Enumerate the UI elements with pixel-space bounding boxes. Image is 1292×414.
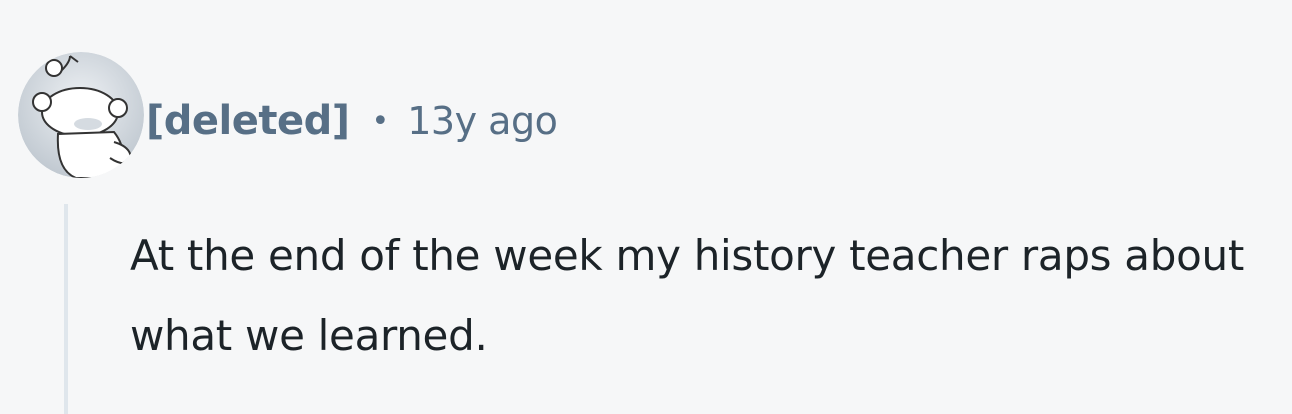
author-name[interactable]: [deleted] [146, 98, 350, 144]
thread-collapse-line[interactable] [64, 204, 68, 414]
comment: [deleted] • 13y ago At the end of the we… [0, 0, 1292, 414]
comment-meta: [deleted] • 13y ago [146, 96, 558, 146]
comment-text: At the end of the week my history teache… [130, 231, 1244, 360]
comment-timestamp[interactable]: 13y ago [407, 99, 558, 143]
comment-body: At the end of the week my history teache… [130, 216, 1290, 376]
meta-separator: • [371, 103, 390, 139]
snoo-avatar-icon[interactable] [18, 52, 144, 178]
